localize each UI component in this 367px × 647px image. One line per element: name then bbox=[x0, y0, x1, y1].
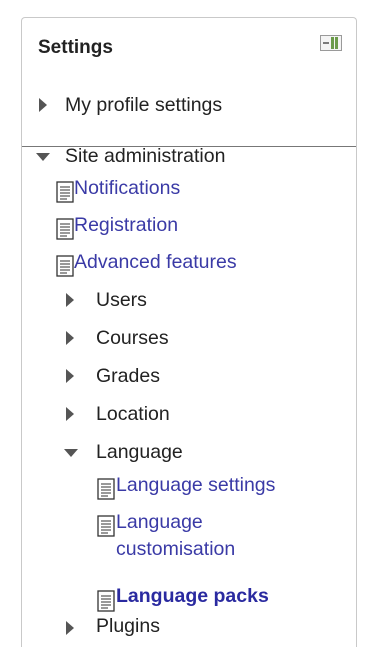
nav-link-notifications[interactable]: Notifications bbox=[74, 176, 180, 200]
nav-link-language-customisation-line2[interactable]: customisation bbox=[116, 537, 235, 561]
nav-label-language[interactable]: Language bbox=[96, 440, 183, 464]
block-header: Settings bbox=[22, 18, 356, 68]
triangle-right-icon[interactable] bbox=[66, 293, 74, 307]
nav-link-registration[interactable]: Registration bbox=[74, 213, 178, 237]
nav-label-grades[interactable]: Grades bbox=[96, 364, 160, 388]
nav-link-language-settings[interactable]: Language settings bbox=[116, 473, 275, 497]
block-title: Settings bbox=[38, 37, 113, 58]
nav-link-advanced-features[interactable]: Advanced features bbox=[74, 250, 237, 274]
page-icon bbox=[56, 218, 74, 240]
settings-block: Settings My profile settings Site admini… bbox=[21, 17, 357, 647]
page-icon bbox=[97, 515, 115, 537]
page-icon bbox=[56, 181, 74, 203]
nav-label-courses[interactable]: Courses bbox=[96, 326, 169, 350]
triangle-down-icon[interactable] bbox=[36, 153, 50, 161]
nav-label-location[interactable]: Location bbox=[96, 402, 170, 426]
dock-block-icon[interactable] bbox=[320, 34, 342, 52]
nav-label-my-profile[interactable]: My profile settings bbox=[65, 93, 222, 117]
triangle-right-icon[interactable] bbox=[66, 407, 74, 421]
nav-link-language-packs-active[interactable]: Language packs bbox=[116, 584, 269, 608]
nav-label-plugins[interactable]: Plugins bbox=[96, 614, 160, 638]
triangle-right-icon[interactable] bbox=[66, 369, 74, 383]
triangle-down-icon[interactable] bbox=[64, 449, 78, 457]
triangle-right-icon[interactable] bbox=[39, 98, 47, 112]
nav-link-language-customisation-line1[interactable]: Language bbox=[116, 510, 203, 534]
page-icon bbox=[97, 590, 115, 612]
triangle-right-icon[interactable] bbox=[66, 331, 74, 345]
page-icon bbox=[97, 478, 115, 500]
nav-label-users[interactable]: Users bbox=[96, 288, 147, 312]
triangle-right-icon[interactable] bbox=[66, 621, 74, 635]
nav-label-site-administration[interactable]: Site administration bbox=[65, 144, 225, 168]
page-icon bbox=[56, 255, 74, 277]
